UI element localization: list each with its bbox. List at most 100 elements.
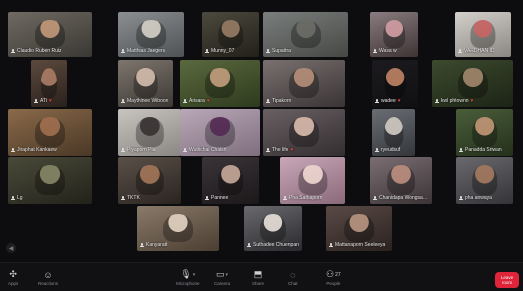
apps-button[interactable]: ✣ Apps — [8, 269, 18, 286]
heart-icon: ♥ — [206, 98, 210, 104]
participant-label: VARDHAN ID — [458, 48, 508, 55]
share-icon: ⬒ — [253, 269, 263, 279]
apps-label: Apps — [8, 281, 19, 286]
mic-icon — [458, 49, 462, 54]
participant-name: Wuttichai Chaisri — [189, 147, 227, 153]
participant-video — [470, 20, 496, 48]
participant-name: Kanyaratt — [146, 242, 168, 248]
chat-label: Chat — [288, 281, 298, 286]
reactions-button[interactable]: ☺ Reactions — [38, 269, 59, 287]
participant-tile[interactable]: wadee ♥ — [372, 60, 418, 107]
participant-tile[interactable]: Munny_07 — [202, 12, 259, 57]
participant-video — [135, 165, 164, 195]
participant-tile[interactable]: Jiraphat Kankaew — [8, 109, 92, 156]
mic-icon — [11, 196, 15, 201]
participant-label: Pannee — [205, 195, 256, 202]
mic-icon — [266, 49, 270, 54]
participant-tile[interactable]: Tipakorn — [263, 60, 345, 107]
participant-label: Supattra — [266, 48, 345, 55]
participant-tile[interactable]: Pannee — [202, 157, 259, 204]
camera-icon: ▭ — [215, 269, 225, 279]
camera-label: Camera — [214, 281, 231, 286]
meeting-toolbar: Leave room ✣ Apps ☺ Reactions 🎙 ▾ Microphone ▭ ▾… — [0, 262, 523, 291]
participant-video — [290, 20, 321, 48]
participant-tile[interactable]: Lg — [8, 157, 92, 204]
participant-label: pha anwaya — [459, 195, 510, 202]
mic-icon — [459, 196, 463, 201]
people-button[interactable]: ⚇ 27 People — [326, 269, 341, 286]
participant-tile[interactable]: Maythinee Wiboon — [118, 60, 173, 107]
share-button[interactable]: ⬒ Share — [252, 269, 264, 286]
participant-tile[interactable]: Pha Sathaporn — [280, 157, 345, 204]
mic-icon — [121, 49, 125, 54]
mic-icon — [34, 99, 38, 104]
participant-video — [384, 68, 406, 98]
participant-label: Mattanaporn Seeleeya — [329, 242, 389, 249]
participant-label: Kanyaratt — [140, 242, 216, 249]
sidebar-toggle-icon[interactable]: ◀ — [6, 243, 16, 253]
participant-name: Wasa w — [379, 48, 397, 54]
mic-icon — [266, 99, 270, 104]
smiley-icon: ☺ — [43, 269, 53, 280]
mic-label: Microphone — [176, 281, 200, 286]
participant-tile[interactable]: Claudio Ruben Ruiz — [8, 12, 92, 57]
mic-button[interactable]: 🎙 ▾ Microphone — [176, 269, 200, 286]
participant-tile[interactable]: Chanidapa Wongsawat — [370, 157, 432, 204]
participant-video — [471, 117, 498, 147]
video-grid: Claudio Ruben Ruiz Matthias Jaegers Munny_… — [0, 0, 523, 262]
participant-name: Mattanaporn Seeleeya — [335, 242, 386, 248]
participant-tile[interactable]: Suthadee Chuenpan — [244, 206, 302, 251]
participant-label: Piyaporn Pia — [121, 147, 178, 154]
participant-tile[interactable]: VARDHAN ID — [455, 12, 511, 57]
participant-video — [383, 117, 404, 147]
participant-tile[interactable]: TKTK — [118, 157, 181, 204]
mic-icon — [329, 243, 333, 248]
camera-button[interactable]: ▭ ▾ Camera — [214, 269, 230, 286]
participant-tile[interactable]: Wasa w — [370, 12, 418, 57]
participant-tile[interactable]: ATi ♥ — [31, 60, 67, 107]
mic-icon — [459, 148, 463, 153]
participant-tile[interactable]: The life ♥ — [263, 109, 345, 156]
participant-tile[interactable]: Wuttichai Chaisri — [180, 109, 260, 156]
heart-icon: ♥ — [397, 98, 401, 104]
participant-video — [35, 165, 65, 195]
chat-button[interactable]: ◌ Chat — [288, 269, 298, 287]
participant-tile[interactable]: Panadda Sriwan — [456, 109, 513, 156]
participant-tile[interactable]: Matthias Jaegers — [118, 12, 184, 57]
mic-icon — [121, 99, 125, 104]
microphone-icon: 🎙 — [180, 269, 192, 279]
participant-label: TKTK — [121, 195, 178, 202]
heart-icon: ♥ — [290, 147, 294, 153]
participant-video — [205, 68, 235, 98]
participant-label: wadee ♥ — [375, 98, 415, 105]
participant-tile[interactable]: Piyaporn Pia — [118, 109, 181, 156]
mic-icon — [373, 196, 377, 201]
participant-video — [40, 68, 58, 98]
participant-tile[interactable]: pha anwaya — [456, 157, 513, 204]
people-label: People — [326, 281, 341, 286]
mic-icon — [11, 148, 15, 153]
participant-name: Supattra — [272, 48, 291, 54]
participant-name: ATi — [40, 98, 47, 104]
reactions-label: Reactions — [38, 281, 59, 286]
participant-tile[interactable]: Supattra — [263, 12, 348, 57]
leave-button[interactable]: Leave room — [495, 272, 519, 288]
chevron-down-icon[interactable]: ▾ — [193, 272, 196, 278]
mic-icon — [205, 49, 209, 54]
participant-name: VARDHAN ID — [464, 48, 495, 54]
participant-video — [35, 20, 65, 48]
chevron-down-icon[interactable]: ▾ — [226, 272, 229, 278]
participant-tile[interactable]: Kanyaratt — [137, 206, 219, 251]
participant-tile[interactable]: Arisara ♥ — [180, 60, 260, 107]
participant-video — [344, 214, 374, 242]
mic-icon — [283, 196, 287, 201]
participant-tile[interactable]: Mattanaporn Seeleeya — [326, 206, 392, 251]
participant-name: Jiraphat Kankaew — [17, 147, 57, 153]
participant-name: ryeudsuf — [381, 147, 401, 153]
participant-tile[interactable]: ryeudsuf — [372, 109, 415, 156]
participant-video — [35, 117, 65, 147]
participant-tile[interactable]: kwl phtownn ♥ — [432, 60, 513, 107]
participant-name: Pha Sathaporn — [289, 195, 323, 201]
participant-name: Lg — [17, 195, 23, 201]
mic-icon — [183, 148, 187, 153]
